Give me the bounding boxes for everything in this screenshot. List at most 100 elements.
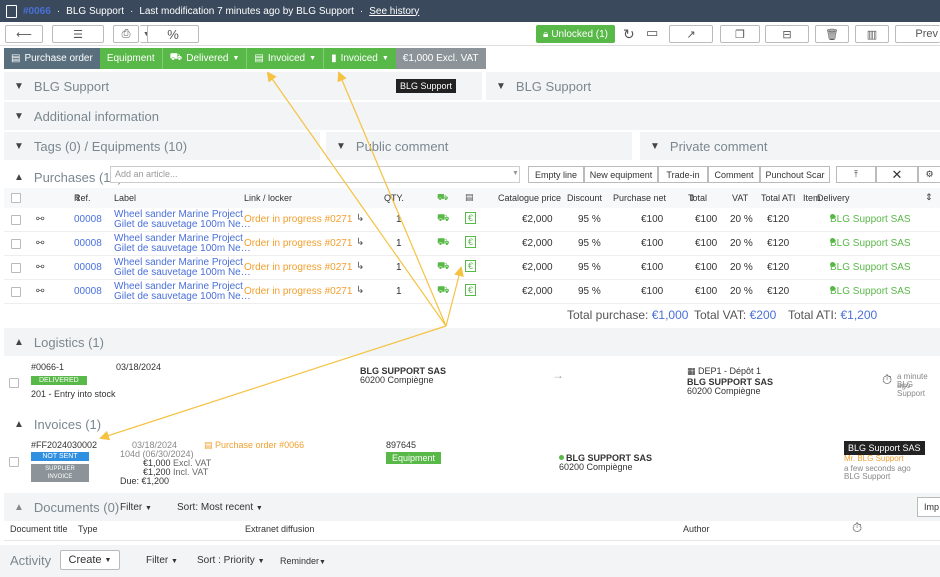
- documents-sort[interactable]: Sort: Most recent ▼: [177, 502, 263, 513]
- status-invoiced-1[interactable]: ▤ Invoiced ▼: [246, 48, 324, 69]
- monitor-icon[interactable]: ▭: [646, 25, 658, 41]
- status-equipment[interactable]: Equipment: [99, 48, 162, 69]
- share-button[interactable]: ↗: [669, 25, 713, 43]
- binoculars-icon[interactable]: ⚯: [36, 238, 44, 249]
- select-all-checkbox[interactable]: [11, 193, 21, 203]
- row-checkbox[interactable]: [11, 239, 21, 249]
- percent-button[interactable]: %: [147, 25, 199, 43]
- redirect-icon[interactable]: ↳: [356, 213, 364, 224]
- activity-sort[interactable]: Sort : Priority ▼: [197, 555, 265, 566]
- refresh-icon[interactable]: ↻: [623, 26, 635, 43]
- move-top-button[interactable]: ⤒: [836, 166, 876, 183]
- row-checkbox[interactable]: [9, 378, 19, 388]
- delete-button[interactable]: 🗑︎: [815, 25, 849, 43]
- col-link: Link / locker: [244, 193, 293, 203]
- import-button[interactable]: Imp: [917, 497, 940, 517]
- split-button[interactable]: ⊟: [765, 25, 809, 43]
- row-label-2[interactable]: Gilet de sauvetage 100m Ne…: [114, 220, 251, 230]
- duplicate-button[interactable]: ❐: [720, 25, 760, 43]
- status-invoiced-2[interactable]: ▮ Invoiced ▼: [323, 48, 396, 69]
- row-label-2[interactable]: Gilet de sauvetage 100m Ne…: [114, 244, 251, 254]
- add-article-input[interactable]: Add an article...: [110, 166, 520, 183]
- caret-down-icon: ▼: [319, 559, 326, 566]
- col-delivery: Delivery: [817, 193, 850, 203]
- delivery-truck-icon: ⛟: [437, 213, 450, 224]
- unlock-button[interactable]: 🔒︎ Unlocked (1): [536, 25, 615, 43]
- table-row[interactable]: ⚯ 00008 Wheel sander Marine Project Gile…: [4, 208, 940, 232]
- binoculars-icon[interactable]: ⚯: [36, 262, 44, 273]
- table-row[interactable]: ⚯ 00008 Wheel sander Marine Project Gile…: [4, 232, 940, 256]
- row-link[interactable]: Order in progress #0271: [244, 286, 352, 297]
- sort-icon[interactable]: ⇕: [925, 192, 933, 203]
- status-delivered[interactable]: ⛟ Delivered ▼: [161, 48, 247, 69]
- public-comment-section[interactable]: ▼ Public comment: [326, 132, 632, 160]
- row-qty: 1: [396, 238, 402, 249]
- row-link[interactable]: Order in progress #0271: [244, 238, 352, 249]
- new-equipment-button[interactable]: New equipment: [584, 166, 658, 183]
- print-button[interactable]: ⎙: [113, 25, 139, 43]
- row-checkbox[interactable]: [11, 263, 21, 273]
- table-row[interactable]: ⚯ 00008 Wheel sander Marine Project Gile…: [4, 280, 940, 304]
- redirect-icon[interactable]: ↳: [356, 261, 364, 272]
- create-label: Create: [68, 554, 102, 566]
- row-label-2[interactable]: Gilet de sauvetage 100m Ne…: [114, 268, 251, 278]
- redirect-icon[interactable]: ↳: [356, 285, 364, 296]
- doc-col-author: Author: [683, 524, 710, 534]
- logistics-ref: #0066-1: [31, 362, 65, 372]
- row-ref[interactable]: 00008: [74, 262, 102, 273]
- redirect-icon[interactable]: ↳: [356, 237, 364, 248]
- row-ref[interactable]: 00008: [74, 286, 102, 297]
- barcode-button[interactable]: ▥: [855, 25, 889, 43]
- caret-down-icon[interactable]: ▼: [512, 170, 519, 177]
- not-sent-badge: NOT SENT: [31, 452, 89, 461]
- invoice-ref: #FF2024030002: [31, 440, 98, 450]
- row-total: €100: [695, 238, 718, 249]
- unlock-label: Unlocked (1): [551, 28, 609, 40]
- back-button[interactable]: ⟵: [5, 25, 43, 43]
- table-row[interactable]: ⚯ 00008 Wheel sander Marine Project Gile…: [4, 256, 940, 280]
- row-catalogue: €2,000: [522, 238, 553, 249]
- documents-filter[interactable]: Filter ▼: [120, 502, 152, 513]
- invoice-row[interactable]: #FF2024030002 NOT SENT SUPPLIER INVOICE …: [4, 437, 940, 489]
- expand-triangle-icon: ▲: [14, 336, 24, 348]
- delivery-truck-icon: ⛟: [437, 237, 450, 248]
- row-link[interactable]: Order in progress #0271: [244, 214, 352, 225]
- comment-button[interactable]: Comment: [708, 166, 760, 183]
- logistics-row[interactable]: #0066-1 DELIVERED 201 - Entry into stock…: [4, 356, 940, 406]
- row-link[interactable]: Order in progress #0271: [244, 262, 352, 273]
- settings-button[interactable]: ⚙: [918, 166, 940, 183]
- purchase-order-link[interactable]: ▤ Purchase order #0066: [204, 440, 304, 451]
- row-qty: 1: [396, 286, 402, 297]
- caret-down-icon: ▼: [145, 505, 152, 512]
- row-checkbox[interactable]: [9, 457, 19, 467]
- delete-lines-button[interactable]: ✕: [876, 166, 918, 183]
- create-button[interactable]: Create ▼: [60, 550, 120, 570]
- row-label-2[interactable]: Gilet de sauvetage 100m Ne…: [114, 292, 251, 302]
- row-ref[interactable]: 00008: [74, 238, 102, 249]
- preview-button[interactable]: Prev: [895, 25, 940, 43]
- row-checkbox[interactable]: [11, 215, 21, 225]
- punchout-button[interactable]: Punchout Scar: [760, 166, 830, 183]
- logistics-section[interactable]: ▲ Logistics (1): [4, 328, 940, 356]
- sort-icon: ⇕: [74, 193, 82, 203]
- activity-filter[interactable]: Filter ▼: [146, 555, 178, 566]
- additional-info-section[interactable]: ▼ Additional information: [4, 102, 940, 130]
- logistics-to-city: 60200 Compiègne: [687, 386, 761, 396]
- see-history-link[interactable]: See history: [369, 6, 419, 17]
- trade-in-button[interactable]: Trade-in: [658, 166, 708, 183]
- list-button[interactable]: ☰: [52, 25, 104, 43]
- activity-bar: [0, 545, 940, 577]
- supplier-section-2[interactable]: ▼ BLG Support: [486, 72, 940, 100]
- activity-reminder[interactable]: Reminder▼: [280, 556, 326, 566]
- row-discount: 95 %: [578, 262, 601, 273]
- empty-line-button[interactable]: Empty line: [528, 166, 584, 183]
- purchases-title: Purchases (10): [33, 169, 123, 185]
- binoculars-icon[interactable]: ⚯: [36, 214, 44, 225]
- row-ref[interactable]: 00008: [74, 214, 102, 225]
- row-checkbox[interactable]: [11, 287, 21, 297]
- invoices-section[interactable]: ▲ Invoices (1): [4, 410, 940, 438]
- binoculars-icon[interactable]: ⚯: [36, 286, 44, 297]
- private-comment-section[interactable]: ▼ Private comment: [640, 132, 940, 160]
- status-purchase-order[interactable]: ▤ Purchase order: [4, 48, 100, 69]
- tags-section[interactable]: ▼ Tags (0) / Equipments (10): [4, 132, 320, 160]
